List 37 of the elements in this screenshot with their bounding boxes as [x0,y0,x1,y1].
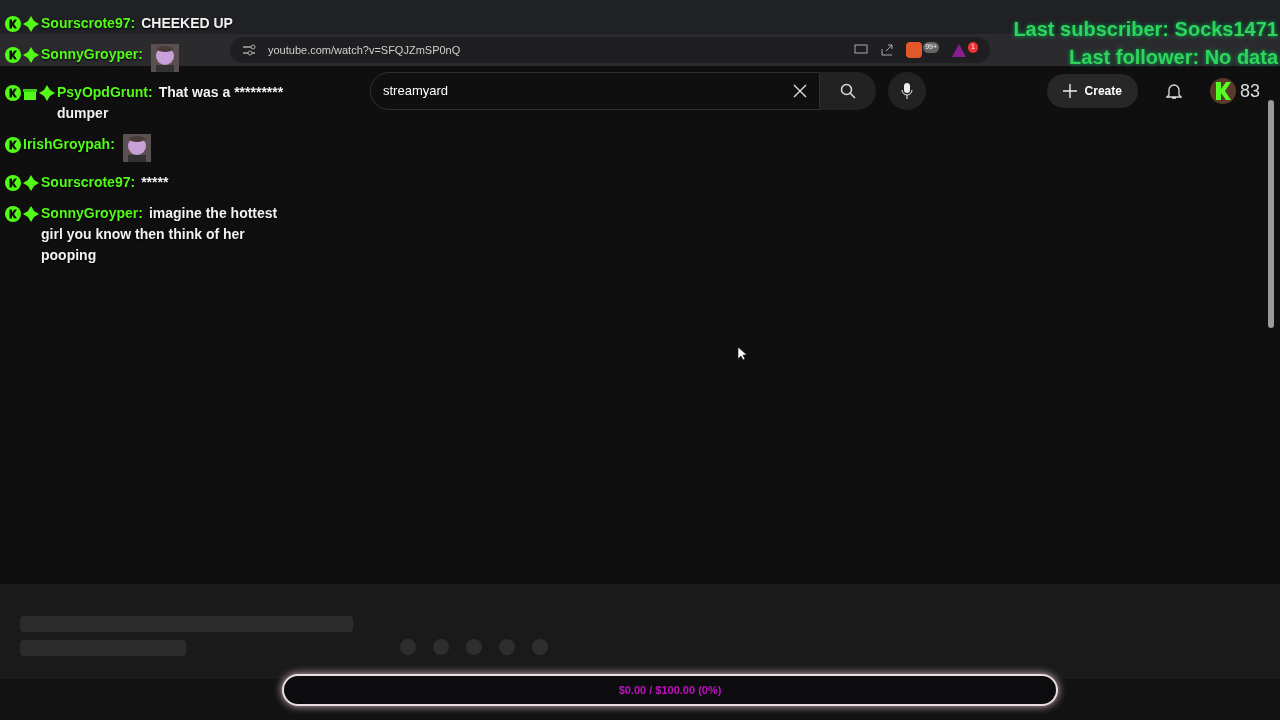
last-follower-text: Last follower: No data [1069,45,1278,70]
chat-username: SonnyGroyper: [41,45,143,64]
site-settings-icon[interactable] [242,44,256,56]
kick-badge-icon [5,84,21,101]
chat-message: Sourscrote97: ***** [41,173,169,192]
close-icon[interactable] [793,84,807,98]
sparkle-badge-icon [23,15,39,32]
chat-message: Sourscrote97: CHEEKED UP [41,14,233,33]
sparkle-badge-icon [23,46,39,63]
mouse-cursor-icon [738,347,747,360]
create-button[interactable]: Create [1046,74,1138,108]
kick-badge-icon [5,46,21,63]
search-icon [840,83,856,99]
scrollbar-thumb[interactable] [1268,100,1274,328]
sparkle-badge-icon [39,84,55,101]
viewer-count: 83 [1239,79,1260,103]
chat-username: IrishGroypah: [23,135,115,154]
kick-badge-icon [5,174,21,191]
chat-message: PsyOpdGrunt: That was a ********* dumper [57,83,285,123]
kick-badge-icon [5,15,21,32]
microphone-icon [901,83,913,99]
search-button[interactable] [820,72,876,110]
kick-badge-icon [5,136,21,153]
voice-search-button[interactable] [888,72,926,110]
sparkle-badge-icon [23,174,39,191]
plus-icon [1062,84,1077,98]
sparkle-badge-icon [23,205,39,222]
chat-message: SonnyGroyper: imagine the hottest girl you know then think of her pooping [41,204,279,265]
cast-icon[interactable] [854,44,869,56]
shield-extension-icon[interactable] [906,42,923,58]
kick-badge-icon [5,205,21,222]
goal-text: $0.00 / $100.00 (0%) [618,682,722,698]
share-icon[interactable] [880,43,895,57]
last-subscriber-text: Last subscriber: Socks1471 [1013,17,1278,42]
account-avatar[interactable] [1209,78,1236,104]
notifications-icon[interactable] [1165,82,1182,100]
url-text: youtube.com/watch?v=SFQJZmSP0nQ [268,42,462,58]
